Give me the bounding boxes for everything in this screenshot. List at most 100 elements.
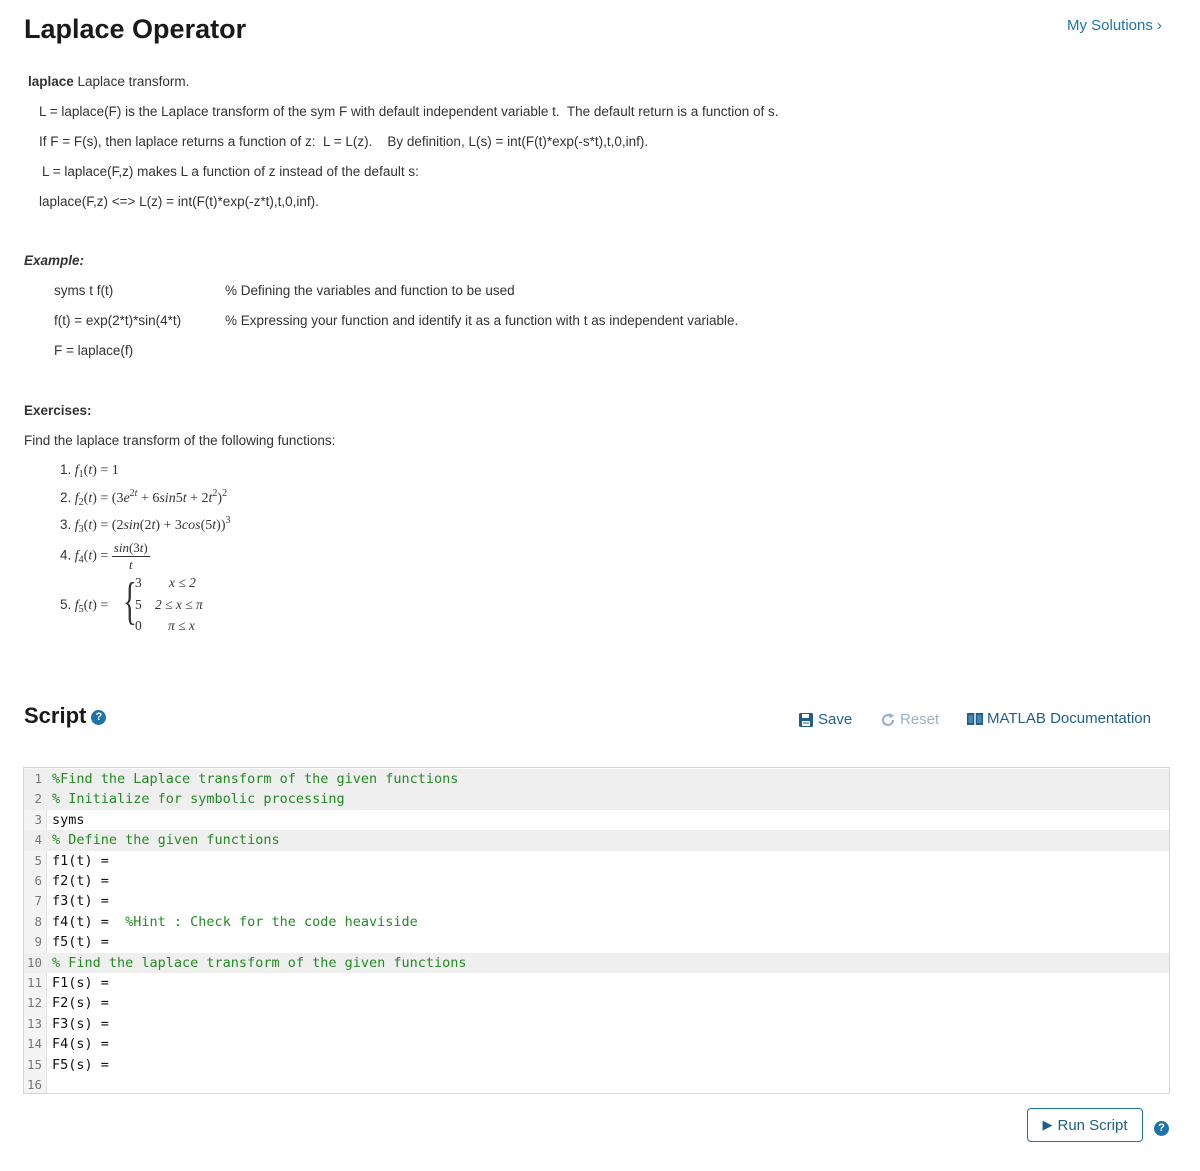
code-text: %Find the Laplace transform of the given… bbox=[52, 769, 458, 789]
intro-line: laplace Laplace transform. bbox=[28, 74, 189, 89]
play-icon: ▶ bbox=[1042, 1117, 1053, 1132]
code-line[interactable]: 9 f5(t) = bbox=[24, 932, 1169, 952]
code-statement: f4(t) = bbox=[52, 913, 126, 930]
code-line[interactable]: 11 F1(s) = bbox=[24, 973, 1169, 993]
example-heading: Example: bbox=[24, 253, 85, 268]
example-code-2: f(t) = exp(2*t)*sin(4*t) bbox=[54, 313, 182, 328]
line-number: 12 bbox=[26, 995, 42, 1011]
floppy-disk-icon bbox=[798, 712, 814, 728]
code-comment: % Define the given functions bbox=[52, 832, 280, 849]
code-line[interactable]: 14 F4(s) = bbox=[24, 1034, 1169, 1054]
code-line[interactable]: 6 f2(t) = bbox=[24, 871, 1169, 891]
code-text: F4(s) = bbox=[52, 1034, 109, 1054]
reset-label: Reset bbox=[900, 711, 940, 728]
line-number: 6 bbox=[34, 873, 42, 888]
code-text: F3(s) = bbox=[52, 1014, 109, 1034]
line-number: 5 bbox=[34, 852, 42, 868]
case-cond-2: 2 ≤ x ≤ π bbox=[155, 597, 203, 612]
code-statement: syms bbox=[52, 811, 85, 828]
code-text: F2(s) = bbox=[52, 993, 109, 1013]
exercise-item-1: 1. f1(t) = 1 bbox=[60, 462, 119, 480]
code-text: f5(t) = bbox=[52, 932, 109, 952]
reset-button[interactable]: Reset bbox=[880, 711, 939, 728]
code-line[interactable]: 1 %Find the Laplace transform of the give… bbox=[24, 769, 1169, 790]
code-statement: F1(s) = bbox=[52, 975, 109, 991]
code-line[interactable]: 8 f4(t) = %Hint : Check for the code heav… bbox=[24, 912, 1169, 932]
code-statement: F2(s) = bbox=[52, 995, 109, 1012]
code-statement: f5(t) = bbox=[52, 934, 109, 951]
code-statement: f1(t) = bbox=[52, 852, 109, 869]
code-text: % Define the given functions bbox=[52, 830, 280, 850]
page-title: Laplace Operator bbox=[24, 14, 247, 44]
chevron-right-icon: › bbox=[1156, 17, 1162, 34]
doc-label: MATLAB Documentation bbox=[987, 710, 1151, 727]
code-statement: f2(t) = bbox=[52, 873, 109, 889]
line-number: 2 bbox=[34, 791, 42, 807]
line-number: 11 bbox=[26, 975, 42, 990]
code-line[interactable]: 3 syms bbox=[24, 810, 1169, 830]
line-number: 9 bbox=[34, 934, 42, 950]
case-value-3: 0 bbox=[135, 618, 142, 633]
exercise-item-2: 2. f2(t) = (3e2t + 6sin5t + 2t2)2 bbox=[60, 488, 228, 508]
line-number: 3 bbox=[34, 811, 42, 827]
example-code-1: syms t f(t) bbox=[54, 283, 114, 298]
book-icon bbox=[967, 712, 983, 726]
line-number: 10 bbox=[26, 954, 42, 970]
code-text: F5(s) = bbox=[52, 1055, 109, 1075]
code-line[interactable]: 12 F2(s) = bbox=[24, 993, 1169, 1013]
example-code-3: F = laplace(f) bbox=[54, 343, 134, 358]
code-line[interactable]: 16 bbox=[24, 1075, 1169, 1095]
code-line[interactable]: 4 % Define the given functions bbox=[24, 830, 1169, 851]
line-number: 8 bbox=[34, 913, 42, 929]
run-help: ? bbox=[1154, 1118, 1169, 1136]
code-text: f3(t) = bbox=[52, 891, 109, 911]
intro-text: Laplace transform. bbox=[73, 74, 190, 89]
save-label: Save bbox=[818, 711, 853, 728]
code-text: f2(t) = bbox=[52, 871, 109, 891]
exercises-prompt: Find the laplace transform of the follow… bbox=[24, 433, 336, 448]
code-statement: f3(t) = bbox=[52, 893, 109, 910]
code-line[interactable]: 13 F3(s) = bbox=[24, 1014, 1169, 1034]
case-value-1: 3 bbox=[135, 575, 142, 590]
line-number: 16 bbox=[26, 1077, 42, 1092]
refresh-icon bbox=[880, 712, 896, 728]
fraction: sin(3t) t bbox=[111, 540, 150, 572]
code-line[interactable]: 15 F5(s) = bbox=[24, 1055, 1169, 1075]
matlab-documentation-link[interactable]: MATLAB Documentation bbox=[967, 710, 1151, 727]
code-text: f1(t) = bbox=[52, 851, 109, 871]
intro-keyword: laplace bbox=[28, 74, 74, 89]
run-script-button[interactable]: ▶ Run Script bbox=[1027, 1108, 1143, 1142]
code-line[interactable]: 7 f3(t) = bbox=[24, 891, 1169, 911]
code-editor[interactable]: 1 %Find the Laplace transform of the give… bbox=[23, 767, 1170, 1094]
code-line[interactable]: 10 % Find the laplace transform of the gi… bbox=[24, 952, 1169, 973]
code-comment: % Initialize for symbolic processing bbox=[52, 791, 345, 808]
exercise-item-4: 4. f4(t) = sin(3t) t bbox=[60, 540, 150, 572]
my-solutions-link[interactable]: My Solutions › bbox=[1067, 17, 1162, 34]
help-icon[interactable]: ? bbox=[91, 710, 107, 725]
line-number: 13 bbox=[26, 1015, 42, 1031]
code-line[interactable]: 5 f1(t) = bbox=[24, 851, 1169, 871]
exercise-item-5: 5. f5(t) = bbox=[60, 597, 109, 615]
description-line-3: L = laplace(F,z) makes L a function of z… bbox=[42, 164, 419, 179]
case-cond-3: π ≤ x bbox=[168, 618, 195, 633]
code-text: % Find the laplace transform of the give… bbox=[52, 953, 467, 973]
code-statement: F3(s) = bbox=[52, 1015, 109, 1032]
run-script-label: Run Script bbox=[1057, 1116, 1128, 1134]
code-text: syms bbox=[52, 810, 85, 830]
code-line[interactable]: 2 % Initialize for symbolic processing bbox=[24, 789, 1169, 810]
description-line-1: L = laplace(F) is the Laplace transform … bbox=[39, 104, 779, 119]
script-heading: Script? bbox=[24, 703, 107, 729]
code-text: % Initialize for symbolic processing bbox=[52, 789, 345, 809]
code-statement: F5(s) = bbox=[52, 1056, 109, 1073]
help-icon[interactable]: ? bbox=[1154, 1121, 1169, 1136]
code-statement: F4(s) = bbox=[52, 1036, 109, 1053]
line-number: 4 bbox=[34, 832, 42, 848]
description-line-2: If F = F(s), then laplace returns a func… bbox=[39, 134, 649, 149]
example-comment-1: % Defining the variables and function to… bbox=[225, 283, 515, 298]
my-solutions-label: My Solutions bbox=[1067, 17, 1153, 34]
code-comment: % Find the laplace transform of the give… bbox=[52, 954, 467, 971]
save-button[interactable]: Save bbox=[798, 711, 852, 728]
exercises-heading: Exercises: bbox=[24, 403, 92, 418]
code-text: F1(s) = bbox=[52, 973, 109, 993]
example-comment-2: % Expressing your function and identify … bbox=[225, 313, 739, 328]
